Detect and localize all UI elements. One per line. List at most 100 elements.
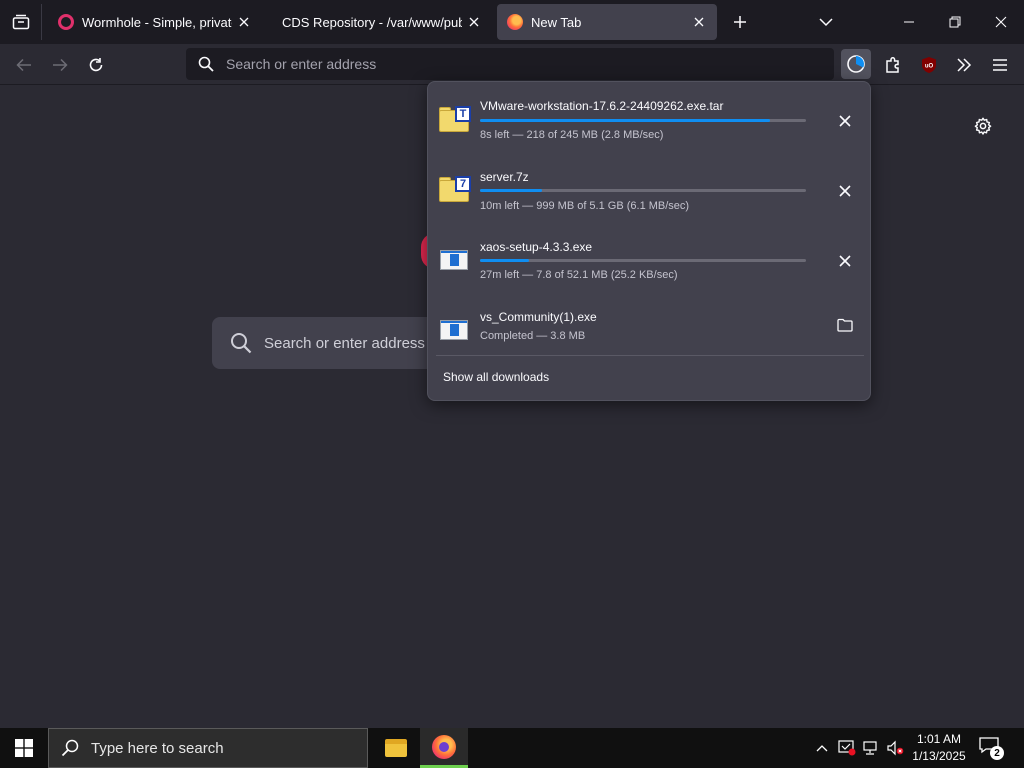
tab-title: Wormhole - Simple, private file [82, 14, 232, 30]
extensions-button[interactable] [878, 50, 908, 80]
firefox-icon [432, 734, 456, 759]
close-tab-button[interactable] [236, 14, 252, 30]
download-filename: vs_Community(1).exe [480, 310, 597, 324]
file-type-badge: 7 [455, 176, 471, 192]
back-button[interactable] [9, 50, 39, 80]
download-status: Completed — 3.8 MB [480, 330, 586, 342]
volume-muted-icon [887, 740, 904, 756]
download-status: 27m left — 7.8 of 52.1 MB (25.2 KB/sec) [480, 269, 678, 281]
close-icon [839, 185, 851, 197]
chevron-up-icon [816, 745, 828, 752]
download-filename: server.7z [480, 170, 529, 184]
show-hidden-icons-button[interactable] [812, 728, 832, 768]
exe-icon [439, 316, 471, 344]
downloads-panel: T VMware-workstation-17.6.2-24409262.exe… [427, 81, 871, 401]
forward-button[interactable] [45, 50, 75, 80]
chevron-down-icon [819, 18, 833, 27]
minimize-button[interactable] [886, 0, 932, 44]
gear-icon [974, 117, 992, 135]
download-progress-bar [480, 119, 806, 122]
tab-title: CDS Repository - /var/www/public [282, 14, 462, 30]
tab-title: New Tab [531, 14, 582, 30]
close-icon [469, 17, 479, 27]
address-bar[interactable] [186, 48, 834, 80]
download-status: 8s left — 218 of 245 MB (2.8 MB/sec) [480, 129, 664, 141]
firefox-icon [507, 14, 523, 30]
ublock-icon: uO [922, 57, 936, 73]
tray-security-icon[interactable] [836, 728, 858, 768]
network-icon-button[interactable] [860, 728, 882, 768]
navigation-toolbar: uO [0, 44, 1024, 85]
more-tools-button[interactable] [949, 50, 979, 80]
firefox-taskbar-button[interactable] [420, 728, 468, 768]
svg-text:uO: uO [925, 64, 934, 70]
hamburger-menu-icon [993, 59, 1007, 71]
arrow-right-icon [53, 58, 68, 72]
list-all-tabs-button[interactable] [812, 8, 840, 36]
cancel-download-button[interactable] [832, 178, 858, 204]
windows-logo-icon [15, 739, 33, 757]
close-icon [839, 255, 851, 267]
close-icon [239, 17, 249, 27]
restore-icon [949, 16, 961, 28]
archive-icon: T [439, 106, 471, 134]
search-icon [61, 739, 79, 757]
tab-strip: Wormhole - Simple, private file CDS Repo… [0, 0, 1024, 44]
download-progress-icon [847, 55, 865, 73]
file-explorer-taskbar-button[interactable] [372, 728, 420, 768]
cancel-download-button[interactable] [832, 248, 858, 274]
taskbar-clock[interactable]: 1:01 AM 1/13/2025 [908, 731, 970, 765]
download-item[interactable]: xaos-setup-4.3.3.exe 27m left — 7.8 of 5… [428, 224, 870, 294]
minimize-icon [904, 21, 914, 23]
file-type-badge: T [455, 106, 471, 122]
wormhole-icon [58, 14, 74, 30]
download-item[interactable]: vs_Community(1).exe Completed — 3.8 MB [428, 294, 870, 364]
download-item[interactable]: 7 server.7z 10m left — 999 MB of 5.1 GB … [428, 154, 870, 224]
customize-new-tab-button[interactable] [972, 115, 994, 137]
address-input[interactable] [226, 56, 786, 72]
panel-divider [436, 355, 864, 356]
close-icon [839, 115, 851, 127]
clock-time: 1:01 AM [916, 732, 962, 746]
file-explorer-icon [385, 739, 407, 757]
reload-button[interactable] [81, 50, 111, 80]
tab-cds-repository[interactable]: CDS Repository - /var/www/public [272, 4, 492, 40]
close-tab-button[interactable] [691, 14, 707, 30]
volume-icon-button[interactable] [884, 728, 906, 768]
start-button[interactable] [0, 728, 48, 768]
defender-warning-icon [838, 740, 856, 756]
search-icon [198, 56, 214, 72]
restore-button[interactable] [932, 0, 978, 44]
download-progress-bar [480, 259, 806, 262]
notifications-button[interactable]: 2 [978, 736, 1006, 760]
show-all-downloads-button[interactable]: Show all downloads [443, 370, 549, 384]
archive-icon: 7 [439, 176, 471, 204]
tab-new-tab[interactable]: New Tab [497, 4, 717, 40]
firefox-view-button[interactable] [0, 4, 42, 40]
new-tab-button[interactable] [728, 8, 752, 36]
download-item[interactable]: T VMware-workstation-17.6.2-24409262.exe… [428, 84, 870, 154]
show-in-folder-button[interactable] [832, 312, 858, 338]
app-menu-button[interactable] [985, 50, 1015, 80]
taskbar-search-box[interactable]: Type here to search [48, 728, 368, 768]
close-window-button[interactable] [978, 0, 1024, 44]
download-filename: VMware-workstation-17.6.2-24409262.exe.t… [480, 99, 724, 113]
close-icon [995, 16, 1007, 28]
ublock-origin-button[interactable]: uO [914, 50, 944, 80]
taskbar-search-placeholder: Type here to search [91, 739, 224, 757]
notification-count-badge: 2 [990, 746, 1004, 760]
cancel-download-button[interactable] [832, 108, 858, 134]
folder-icon [837, 318, 853, 332]
plus-icon [734, 16, 746, 28]
search-icon [231, 333, 252, 354]
reload-icon [89, 58, 103, 72]
downloads-button[interactable] [841, 49, 871, 79]
download-status: 10m left — 999 MB of 5.1 GB (6.1 MB/sec) [480, 200, 690, 212]
close-tab-button[interactable] [466, 14, 482, 30]
network-icon [863, 741, 877, 755]
firefox-view-icon [12, 14, 29, 30]
clock-date: 1/13/2025 [912, 749, 966, 763]
arrow-left-icon [16, 58, 31, 72]
exe-icon [439, 246, 471, 274]
tab-wormhole[interactable]: Wormhole - Simple, private file [48, 4, 262, 40]
